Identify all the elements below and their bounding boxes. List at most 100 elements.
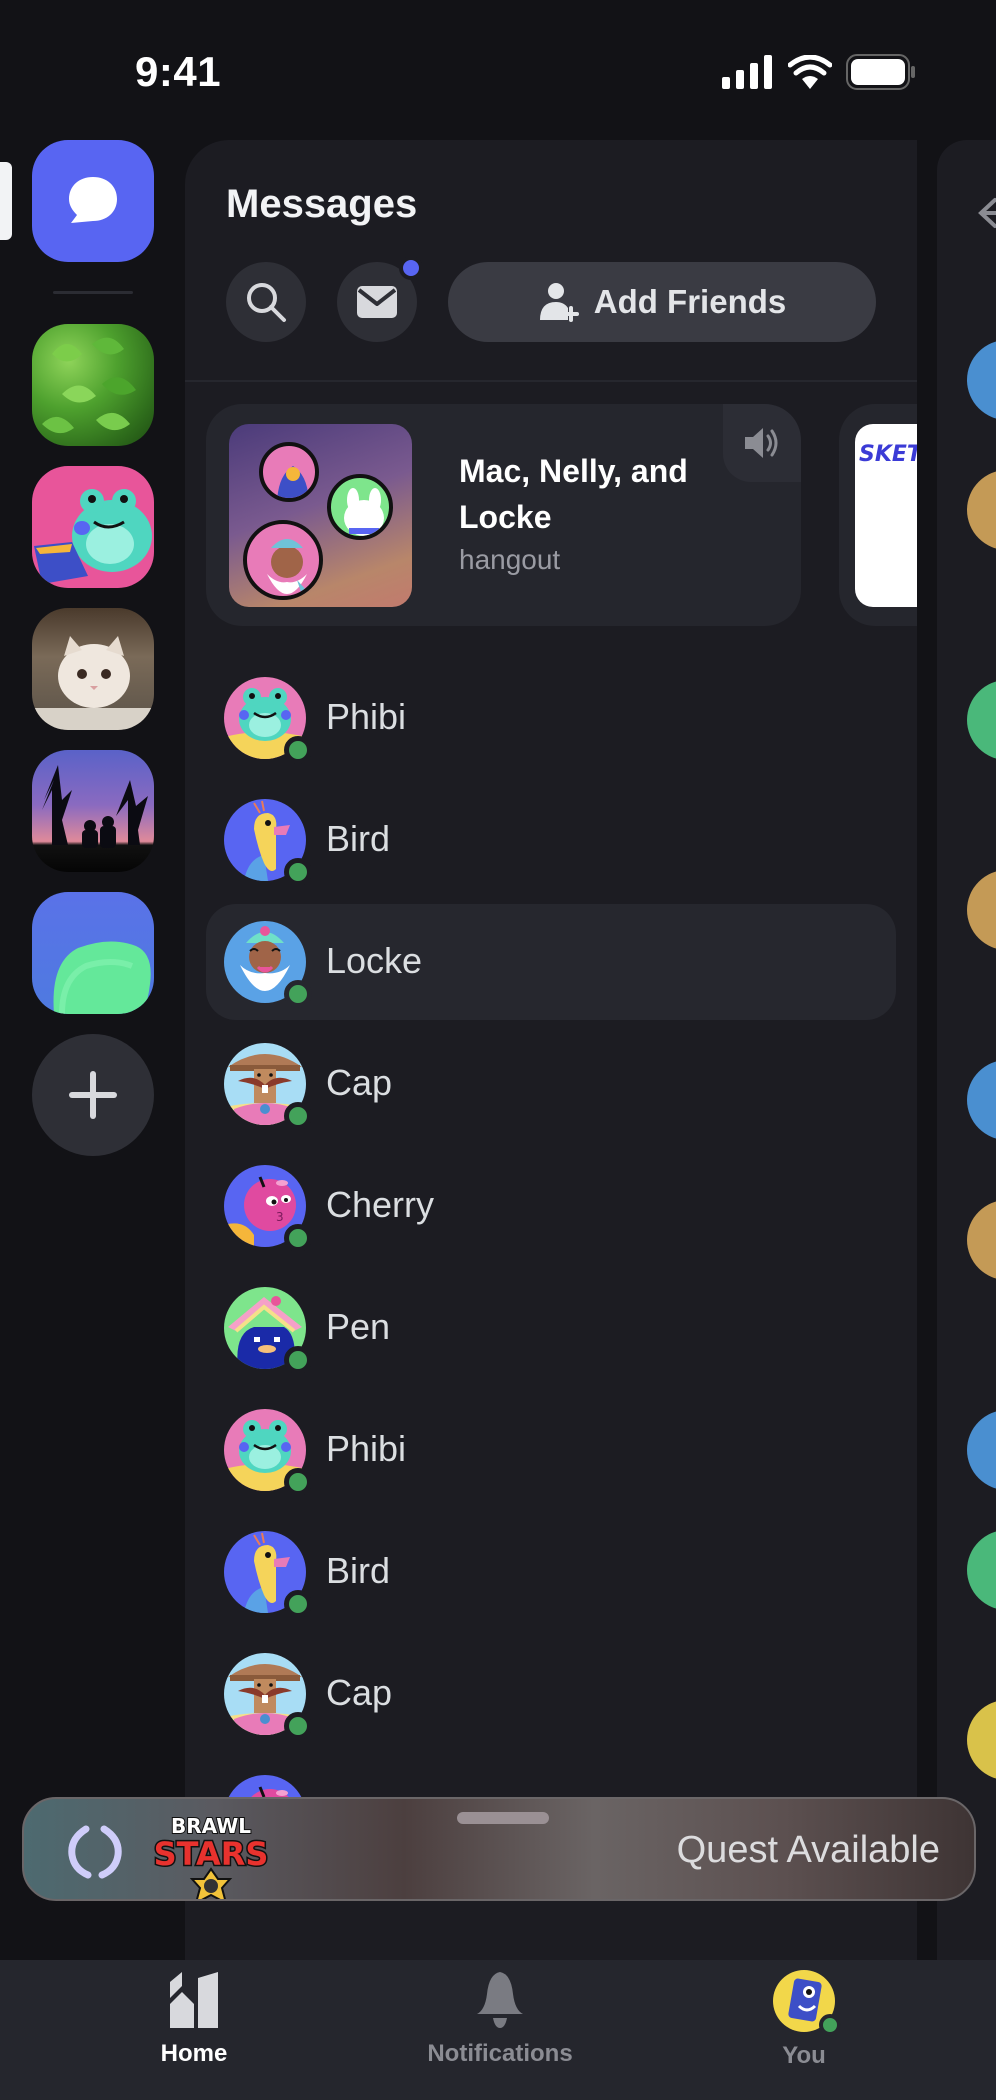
member-avatar <box>967 870 996 950</box>
quest-label: Quest Available <box>676 1829 940 1871</box>
member-avatar <box>967 1200 996 1280</box>
server-rail <box>0 140 185 1960</box>
participant-avatar <box>243 520 323 600</box>
activity-card[interactable]: Mac, Nelly, and Locke hangout <box>206 404 801 626</box>
online-status <box>284 980 312 1008</box>
dm-item-cap[interactable]: Cap <box>206 1026 896 1142</box>
home-icon <box>170 1972 218 2028</box>
chat-panel-peek[interactable] <box>937 140 996 1960</box>
online-status <box>284 1468 312 1496</box>
bell-icon <box>477 1972 523 2028</box>
server-icon-frog[interactable] <box>32 466 154 588</box>
direct-messages-button[interactable] <box>32 140 154 262</box>
rail-divider <box>53 291 133 294</box>
tab-label: You <box>782 2042 826 2069</box>
online-status <box>284 1224 312 1252</box>
voice-indicator <box>723 404 801 482</box>
online-status <box>819 2014 841 2036</box>
online-status <box>284 736 312 764</box>
mail-icon <box>357 286 397 318</box>
page-title: Messages <box>226 182 418 226</box>
tab-you[interactable]: You <box>704 1970 904 2080</box>
unread-badge <box>399 256 423 280</box>
activity-subtitle: hangout <box>459 544 561 575</box>
inbox-button[interactable] <box>337 256 423 342</box>
tab-home[interactable]: Home <box>94 1970 294 2080</box>
dm-name: Cap <box>326 1062 393 1103</box>
dm-item-cap[interactable]: Cap <box>206 1636 896 1752</box>
online-status <box>284 1590 312 1618</box>
tab-notifications[interactable]: Notifications <box>400 1970 600 2080</box>
chat-bubble-icon <box>69 177 117 223</box>
status-time: 9:41 <box>135 48 222 95</box>
server-icon-kitten[interactable] <box>32 608 154 730</box>
dm-item-phibi[interactable]: Phibi <box>206 660 896 776</box>
cellular-signal-icon <box>722 55 772 89</box>
wifi-icon <box>788 55 832 89</box>
drag-handle[interactable] <box>457 1812 549 1824</box>
dm-item-bird[interactable]: Bird <box>206 1514 896 1630</box>
back-arrow-icon[interactable] <box>977 196 996 230</box>
member-avatar <box>967 680 996 760</box>
dm-name: Phibi <box>326 696 407 737</box>
add-server-button[interactable] <box>32 1034 154 1156</box>
status-bar: 9:41 <box>0 0 996 140</box>
quest-banner[interactable]: BRAWL STARS Quest Available <box>22 1797 976 1901</box>
activity-card-next[interactable]: SKETCH <box>839 404 917 626</box>
participant-avatar <box>259 442 319 502</box>
header-divider <box>185 380 917 382</box>
dm-item-pen[interactable]: Pen <box>206 1270 896 1386</box>
online-status <box>284 858 312 886</box>
activity-title: Mac, Nelly, and Locke <box>459 453 688 535</box>
speaker-icon <box>745 428 778 458</box>
tab-label: Notifications <box>427 2040 573 2067</box>
activity-thumbnail: SKETCH <box>855 424 917 607</box>
dm-item-locke[interactable]: Locke <box>206 904 896 1020</box>
dm-name: Phibi <box>326 1428 407 1469</box>
online-status <box>284 1102 312 1130</box>
quest-laurel-icon <box>68 1825 122 1879</box>
messages-panel: Messages Add Friends Mac, Nelly, and Loc… <box>185 140 917 1960</box>
leaves-image <box>42 337 136 434</box>
member-avatar <box>967 1060 996 1140</box>
blob-image <box>53 941 151 1014</box>
dm-item-phibi[interactable]: Phibi <box>206 1392 896 1508</box>
member-avatar <box>967 340 996 420</box>
user-avatar <box>773 1970 841 2036</box>
bottom-tab-bar: Home Notifications You <box>0 1960 996 2100</box>
server-icon-blob[interactable] <box>32 892 154 1014</box>
member-avatar <box>967 1530 996 1610</box>
member-avatar <box>967 470 996 550</box>
member-avatar <box>967 1700 996 1780</box>
search-button[interactable] <box>226 262 306 342</box>
dm-name: Locke <box>326 940 423 981</box>
server-icon-sunset[interactable] <box>32 750 154 872</box>
battery-icon <box>846 54 915 90</box>
member-avatar <box>967 1410 996 1490</box>
server-icon-leaves[interactable] <box>32 324 154 446</box>
dm-name: Cherry <box>326 1184 435 1225</box>
svg-text:3: 3 <box>276 1210 284 1224</box>
search-icon <box>247 283 286 322</box>
add-friends-label: Add Friends <box>593 283 787 320</box>
selected-indicator <box>0 162 12 240</box>
dm-item-cherry[interactable]: 3 Cherry <box>206 1148 896 1264</box>
dm-item-bird[interactable]: Bird <box>206 782 896 898</box>
dm-name: Bird <box>326 1550 391 1591</box>
frog-image <box>34 489 152 584</box>
dm-name: Pen <box>326 1306 391 1347</box>
sunset-image <box>42 765 148 848</box>
add-friends-button[interactable]: Add Friends <box>448 262 876 342</box>
plus-icon <box>69 1071 117 1119</box>
online-status <box>284 1712 312 1740</box>
dm-name: Bird <box>326 818 391 859</box>
brawl-stars-logo: BRAWL STARS <box>152 1813 270 1899</box>
activity-thumbnail <box>229 424 412 607</box>
status-icons <box>722 54 916 90</box>
online-status <box>284 1346 312 1374</box>
tab-label: Home <box>160 2040 228 2067</box>
kitten-image <box>32 636 154 730</box>
activity-card-next-text: SKETCH <box>859 442 917 467</box>
participant-avatar <box>327 474 393 540</box>
add-friend-icon <box>539 283 579 322</box>
